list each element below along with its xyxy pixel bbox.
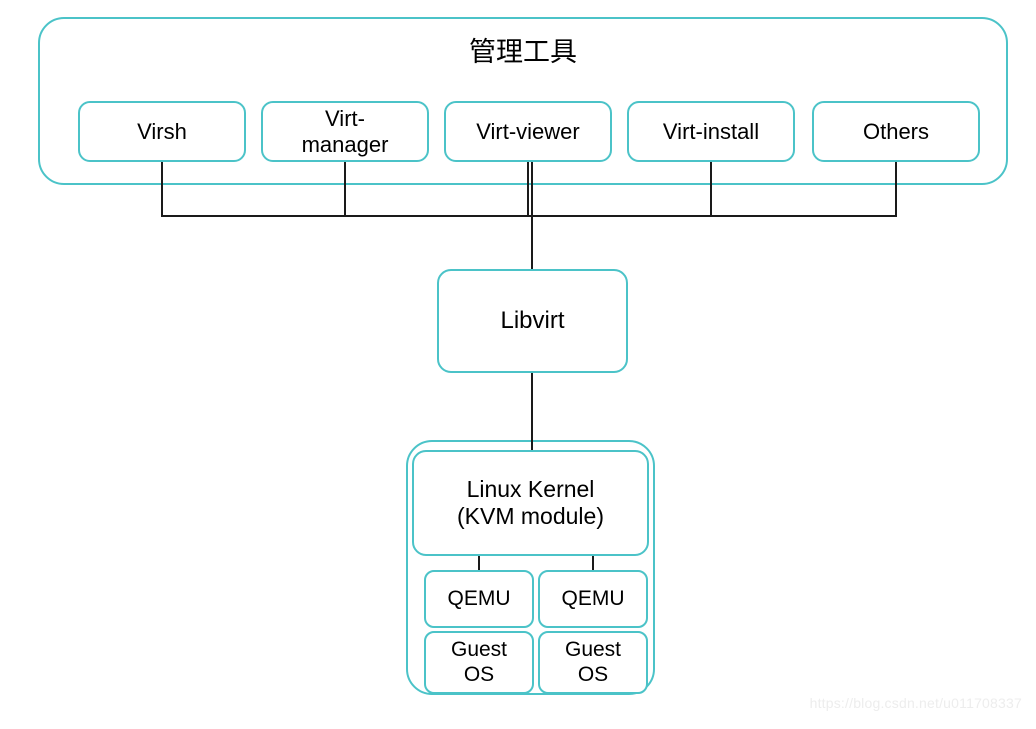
connector-tools-bus — [161, 215, 897, 217]
node-qemu-2[interactable]: QEMU — [538, 570, 648, 628]
node-libvirt[interactable]: Libvirt — [437, 269, 628, 373]
node-virt-manager[interactable]: Virt- manager — [261, 101, 429, 162]
diagram-canvas: 管理工具 Virsh Virt- manager Virt-viewer Vir… — [0, 0, 1036, 729]
connector-libvirt-to-kernel — [531, 372, 533, 452]
connector-virt-viewer-to-bus — [527, 162, 529, 217]
connector-virt-manager-to-bus — [344, 162, 346, 217]
connector-others-to-bus — [895, 162, 897, 217]
management-tools-title: 管理工具 — [469, 37, 577, 67]
node-virt-viewer[interactable]: Virt-viewer — [444, 101, 612, 162]
watermark-text: https://blog.csdn.net/u011708337 — [809, 695, 1022, 711]
node-virt-install[interactable]: Virt-install — [627, 101, 795, 162]
connector-bus-to-libvirt — [531, 160, 533, 272]
node-qemu-1[interactable]: QEMU — [424, 570, 534, 628]
connector-virsh-to-bus — [161, 162, 163, 217]
connector-virt-install-to-bus — [710, 162, 712, 217]
node-guest-os-1[interactable]: Guest OS — [424, 631, 534, 694]
node-virsh[interactable]: Virsh — [78, 101, 246, 162]
node-guest-os-2[interactable]: Guest OS — [538, 631, 648, 694]
node-others[interactable]: Others — [812, 101, 980, 162]
node-linux-kernel[interactable]: Linux Kernel (KVM module) — [412, 450, 649, 556]
